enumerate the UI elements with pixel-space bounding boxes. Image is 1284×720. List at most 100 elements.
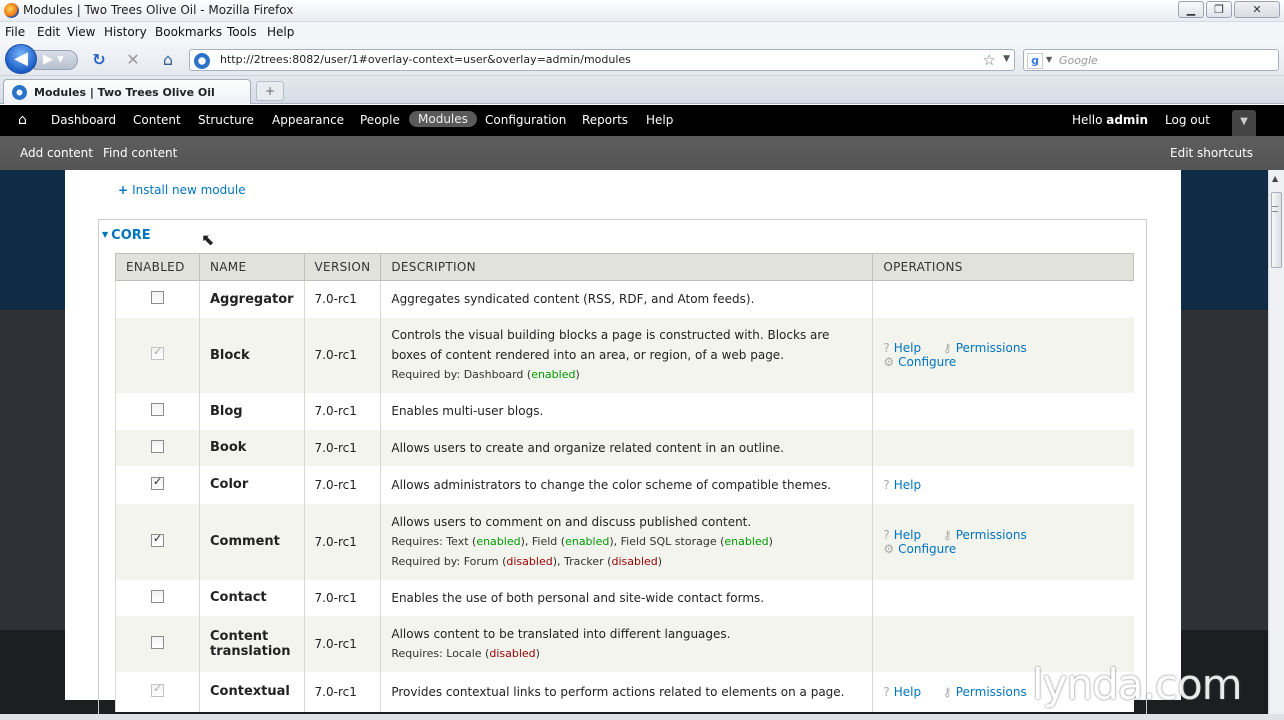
module-checkbox[interactable] [151, 403, 164, 416]
menu-bookmarks[interactable]: Bookmarks [155, 25, 222, 39]
reload-icon[interactable]: ↻ [88, 50, 110, 70]
permissions-link[interactable]: ⚷ Permissions [943, 341, 1027, 355]
module-name: Color [199, 465, 305, 504]
help-icon: ? [883, 341, 890, 355]
install-new-module-link[interactable]: + Install new module [118, 183, 246, 197]
url-dropdown-icon[interactable]: ▼ [1003, 54, 1010, 64]
module-operations: ? Help [872, 465, 1134, 504]
shortcut-find-content[interactable]: Find content [103, 146, 177, 160]
status-enabled: enabled [724, 534, 769, 548]
help-icon: ? [883, 684, 890, 699]
menu-bar: File Edit View History Bookmarks Tools H… [0, 22, 1284, 42]
key-icon: ⚷ [942, 341, 952, 355]
tab-modules[interactable]: Modules | Two Trees Olive Oil [3, 79, 251, 104]
configure-link[interactable]: ⚙ Configure [883, 542, 956, 556]
module-checkbox[interactable] [151, 589, 164, 603]
help-link[interactable]: ? Help [883, 685, 921, 699]
module-description: Controls the visual building blocks a pa… [391, 328, 830, 362]
menu-edit[interactable]: Edit [37, 25, 60, 39]
permissions-link[interactable]: ⚷ Permissions [943, 528, 1027, 542]
toolbar-help[interactable]: Help [646, 113, 673, 127]
tab-favicon-icon [12, 85, 27, 100]
toolbar-reports[interactable]: Reports [582, 113, 628, 127]
back-button[interactable]: ◀ [5, 44, 37, 74]
plus-icon: + [118, 183, 129, 197]
status-enabled: enabled [476, 534, 521, 548]
minimize-button[interactable]: ▁ [1178, 1, 1204, 18]
maximize-button[interactable]: ❐ [1206, 1, 1232, 18]
install-new-module-label[interactable]: Install new module [132, 183, 246, 197]
user-link[interactable]: admin [1106, 113, 1148, 127]
module-checkbox[interactable] [151, 635, 164, 649]
google-engine-icon[interactable]: g [1027, 53, 1043, 69]
module-version: 7.0-rc1 [303, 503, 381, 580]
engine-dropdown-icon[interactable]: ▼ [1046, 55, 1052, 64]
status-enabled: enabled [531, 368, 576, 381]
scroll-up-icon[interactable]: ▲ [1272, 174, 1278, 183]
help-link[interactable]: ? Help [883, 528, 921, 542]
module-checkbox[interactable] [151, 439, 164, 453]
window-title: Modules | Two Trees Olive Oil - Mozilla … [23, 3, 294, 17]
status-disabled: disabled [611, 554, 658, 568]
module-requires: Requires: Locale (disabled) [391, 646, 540, 660]
module-version: 7.0-rc1 [303, 671, 381, 712]
module-description: Provides contextual links to perform act… [391, 684, 845, 699]
new-tab-button[interactable]: + [256, 81, 284, 101]
menu-view[interactable]: View [67, 25, 95, 39]
module-name: Aggregator [199, 280, 305, 318]
toolbar-configuration[interactable]: Configuration [485, 113, 566, 127]
module-checkbox[interactable] [151, 475, 164, 490]
search-box[interactable]: g ▼ Google [1023, 49, 1279, 71]
admin-toolbar: ⌂ Dashboard Content Structure Appearance… [0, 105, 1284, 136]
site-identity-icon[interactable] [194, 53, 210, 69]
menu-tools[interactable]: Tools [227, 25, 257, 39]
toolbar-content[interactable]: Content [133, 113, 181, 127]
toolbar-home-icon[interactable]: ⌂ [18, 112, 27, 128]
tab-label[interactable]: Modules | Two Trees Olive Oil [34, 86, 215, 99]
stop-icon[interactable]: ✕ [122, 50, 144, 70]
module-checkbox[interactable] [151, 291, 164, 305]
table-row: Aggregator 7.0-rc1 Aggregates syndicated… [115, 280, 1134, 318]
table-row: Contextual 7.0-rc1 Provides contextual l… [115, 671, 1134, 712]
collapse-triangle-icon[interactable]: ▼ [102, 230, 108, 239]
shortcut-add-content[interactable]: Add content [20, 146, 93, 160]
module-version: 7.0-rc1 [303, 465, 381, 504]
url-bar[interactable]: http://2trees:8082/user/1#overlay-contex… [189, 49, 1015, 71]
scrollbar-thumb[interactable] [1271, 192, 1282, 268]
toolbar-modules[interactable]: Modules [409, 111, 477, 127]
search-placeholder[interactable]: Google [1059, 54, 1098, 67]
module-checkbox [151, 682, 164, 697]
close-window-button[interactable]: ✕ [1234, 1, 1280, 18]
status-disabled: disabled [489, 646, 536, 660]
header-version: VERSION [303, 253, 382, 281]
toolbar-dashboard[interactable]: Dashboard [51, 113, 116, 127]
vertical-scrollbar[interactable]: ▲ [1268, 170, 1284, 720]
forward-button[interactable]: ▶ ▾ [34, 50, 78, 70]
toolbar-structure[interactable]: Structure [198, 113, 254, 127]
home-icon[interactable]: ⌂ [157, 50, 179, 70]
configure-link[interactable]: ⚙ Configure [883, 355, 956, 369]
core-legend-label[interactable]: CORE [111, 228, 150, 243]
module-description: Aggregates syndicated content (RSS, RDF,… [391, 292, 755, 307]
shortcuts-bar: Add content Find content Edit shortcuts [0, 136, 1284, 170]
edit-shortcuts-link[interactable]: Edit shortcuts [1170, 146, 1253, 160]
toolbar-appearance[interactable]: Appearance [272, 113, 344, 127]
toolbar-people[interactable]: People [360, 113, 400, 127]
logout-link[interactable]: Log out [1165, 113, 1210, 127]
core-fieldset-legend[interactable]: ▼ CORE [102, 228, 155, 243]
bookmark-star-icon[interactable]: ☆ [983, 51, 996, 69]
modules-table: ENABLED NAME VERSION DESCRIPTION OPERATI… [115, 253, 1134, 712]
url-text[interactable]: http://2trees:8082/user/1#overlay-contex… [220, 53, 631, 66]
gear-icon: ⚙ [883, 541, 895, 556]
menu-history[interactable]: History [104, 25, 147, 39]
toolbar-toggle-icon[interactable]: ▼ [1232, 110, 1256, 136]
status-bar [0, 714, 1284, 720]
menu-file[interactable]: File [5, 25, 25, 39]
hello-prefix: Hello [1072, 113, 1107, 127]
window-titlebar: Modules | Two Trees Olive Oil - Mozilla … [0, 0, 1284, 22]
permissions-link[interactable]: ⚷ Permissions [943, 685, 1027, 699]
menu-help[interactable]: Help [267, 25, 294, 39]
module-checkbox[interactable] [151, 532, 164, 547]
help-link[interactable]: ? Help [883, 478, 921, 492]
help-link[interactable]: ? Help [883, 341, 921, 355]
